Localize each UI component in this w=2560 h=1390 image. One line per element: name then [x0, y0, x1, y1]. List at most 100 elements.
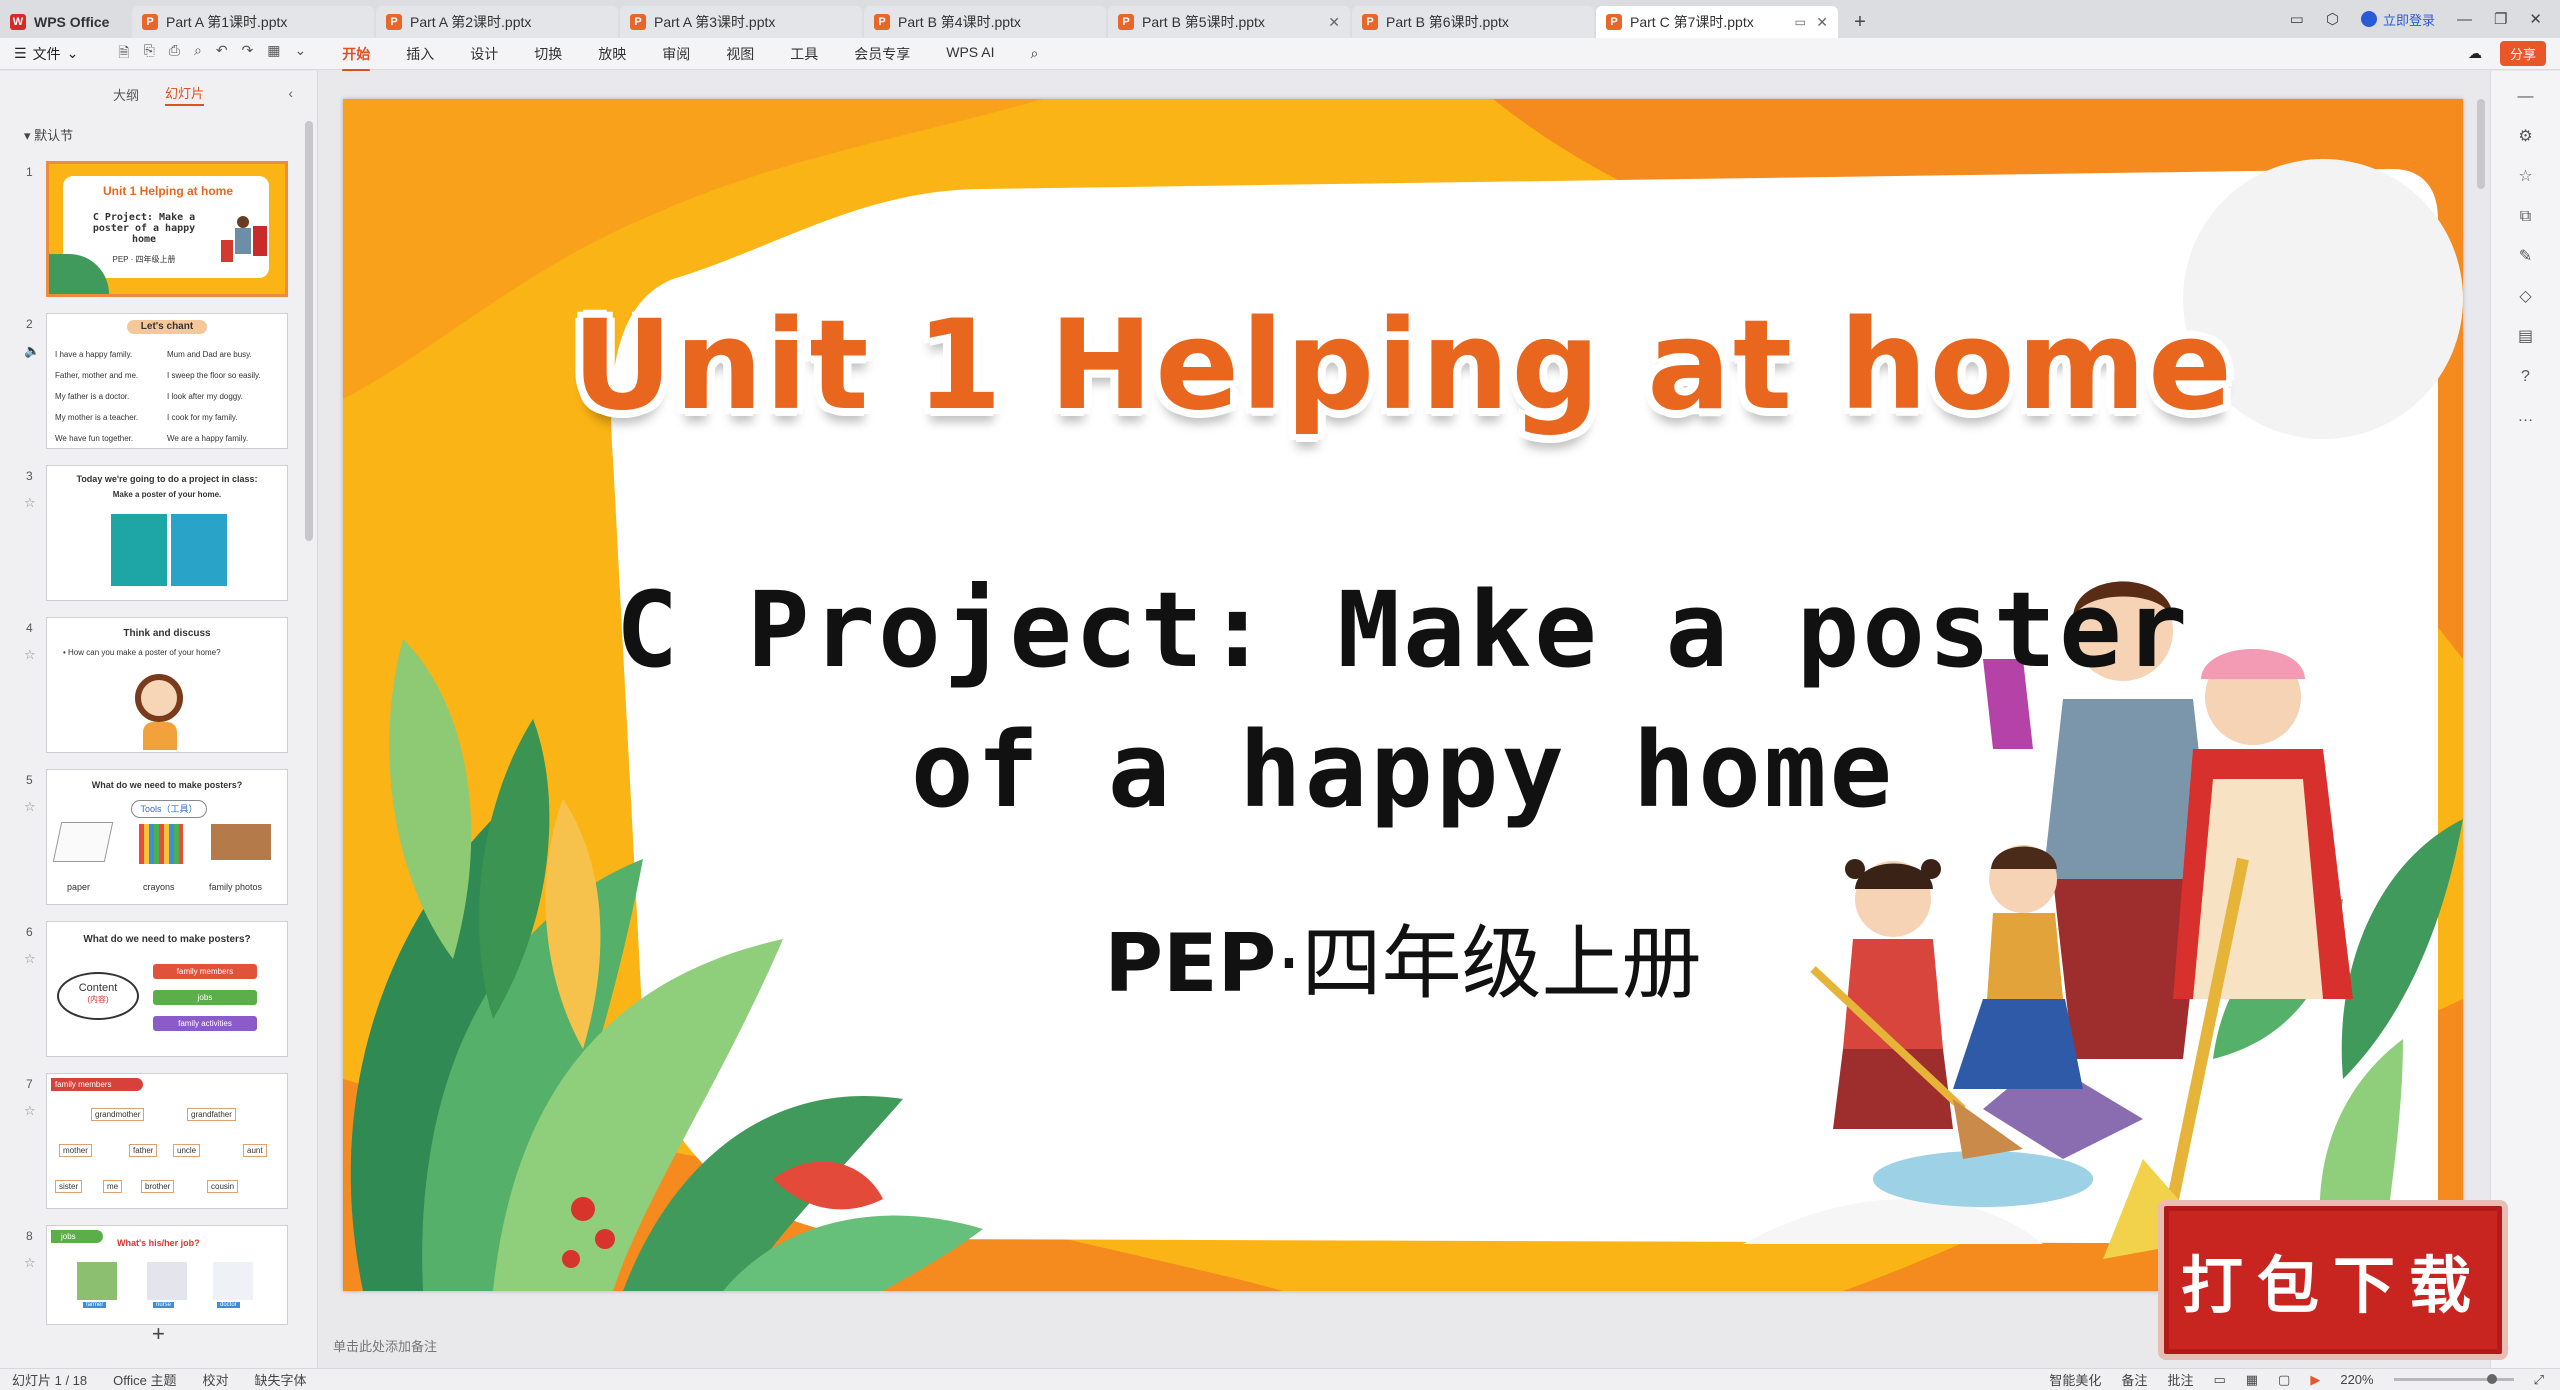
thumbnail-row[interactable]: 7 ☆ family members grandmother grandfath… [0, 1073, 304, 1213]
login-button[interactable]: 立即登录 [2360, 10, 2435, 29]
slide-grade[interactable]: PEP·四年级上册 [343, 899, 2463, 1015]
menu-item[interactable]: 视图 [726, 44, 754, 64]
shape-icon[interactable]: ◇ [2514, 285, 2538, 309]
notes-placeholder[interactable]: 单击此处添加备注 [333, 1336, 437, 1355]
more-icon[interactable]: ⌄ [295, 42, 307, 66]
reading-view-icon[interactable]: ▢ [2278, 1372, 2290, 1388]
slide-thumbnail[interactable]: jobs What's his/her job? farmer nurse do… [46, 1225, 288, 1325]
thumbnail-row[interactable]: 4 ☆ Think and discuss • How can you make… [0, 617, 304, 757]
slide-thumbnail[interactable]: Let's chant I have a happy family. Father… [46, 313, 288, 449]
copy-icon[interactable]: ⧉ [2514, 205, 2538, 229]
play-icon[interactable]: ▶ [2310, 1372, 2320, 1388]
book-icon[interactable]: ▤ [2514, 325, 2538, 349]
tab-close-icon[interactable]: ✕ [1328, 14, 1340, 31]
sorter-view-icon[interactable]: ▦ [2246, 1372, 2258, 1388]
menu-item[interactable]: 审阅 [662, 44, 690, 64]
slide-subtitle-line2[interactable]: of a happy home [343, 709, 2463, 831]
tools-bubble: Tools（工具） [131, 800, 207, 818]
print-icon[interactable]: ⎙ [169, 42, 180, 66]
tab-slides[interactable]: 幻灯片 [165, 83, 205, 106]
menu-item[interactable]: 开始 [342, 44, 371, 72]
tools-icon[interactable]: ✎ [2514, 245, 2538, 269]
file-menu[interactable]: ☰ 文件 ⌄ [14, 44, 78, 64]
minus-icon[interactable]: — [2514, 85, 2538, 109]
tab-document[interactable]: P Part B 第6课时.pptx [1352, 6, 1594, 38]
thumbnail-row[interactable]: 5 ☆ What do we need to make posters? Too… [0, 769, 304, 909]
restore-icon[interactable]: ❐ [2494, 10, 2507, 28]
panel-scrollbar[interactable] [305, 121, 313, 541]
slide-canvas[interactable]: Unit 1 Helping at home C Project: Make a… [343, 99, 2463, 1291]
menu-item[interactable]: 工具 [790, 44, 818, 64]
menu-item[interactable]: WPS AI [946, 44, 994, 64]
tab-document[interactable]: P Part C 第7课时.pptx ▭ ✕ [1596, 6, 1838, 38]
tab-label: Part A 第2课时.pptx [410, 14, 532, 30]
tab-document[interactable]: P Part A 第1课时.pptx [132, 6, 374, 38]
slide-number: 8 [26, 1229, 33, 1243]
menu-item[interactable]: 切换 [534, 44, 562, 64]
undo-icon[interactable]: ↶ [216, 42, 228, 66]
theme-label[interactable]: Office 主题 [113, 1370, 176, 1389]
monitor-icon[interactable]: ▭ [1795, 15, 1806, 29]
ppt-file-icon: P [630, 14, 646, 30]
minimize-icon[interactable]: — [2457, 11, 2472, 28]
search-icon[interactable]: ⌕ [1030, 45, 1038, 62]
export-icon[interactable]: ⎘ [144, 42, 155, 66]
zoom-slider[interactable] [2393, 1374, 2514, 1384]
slide-number: 1 [26, 165, 33, 179]
tab-outline[interactable]: 大纲 [113, 85, 139, 104]
slide-thumbnail[interactable]: What do we need to make posters? Tools（工… [46, 769, 288, 905]
zoom-level[interactable]: 220% [2340, 1372, 2373, 1387]
thumbnail-row[interactable]: 3 ☆ Today we're going to do a project in… [0, 465, 304, 605]
missing-font-button[interactable]: 缺失字体 [255, 1370, 307, 1389]
slide-number: 5 [26, 773, 33, 787]
menu-item[interactable]: 设计 [470, 44, 498, 64]
notes-button[interactable]: 备注 [2121, 1370, 2147, 1389]
redo-icon[interactable]: ↷ [242, 42, 254, 66]
slide-thumbnail[interactable]: Unit 1 Helping at home C Project: Make a… [46, 161, 288, 297]
share-button[interactable]: 分享 [2499, 41, 2546, 66]
slide-title[interactable]: Unit 1 Helping at home [343, 294, 2463, 438]
star-icon[interactable]: ☆ [2514, 165, 2538, 189]
menu-item[interactable]: 放映 [598, 44, 626, 64]
normal-view-icon[interactable]: ▭ [2213, 1372, 2225, 1388]
menu-item[interactable]: 插入 [406, 44, 434, 64]
slide-subtitle-line1[interactable]: C Project: Make a poster [343, 569, 2463, 691]
tab-document[interactable]: P Part B 第4课时.pptx [864, 6, 1106, 38]
cloud-icon[interactable]: ☁ [2468, 45, 2482, 62]
cube-icon[interactable]: ⬡ [2326, 10, 2339, 28]
tab-document[interactable]: P Part A 第2课时.pptx [376, 6, 618, 38]
poster-image [171, 514, 227, 586]
menu-item[interactable]: 会员专享 [854, 44, 910, 64]
tab-document[interactable]: P Part A 第3课时.pptx [620, 6, 862, 38]
add-slide-button[interactable]: + [152, 1321, 165, 1347]
smart-beautify-button[interactable]: 智能美化 [2049, 1370, 2101, 1389]
more-icon[interactable]: … [2514, 405, 2538, 429]
thumbnail-row[interactable]: 2 🔈 Let's chant I have a happy family. Fa… [0, 313, 304, 453]
fit-icon[interactable]: ⤢ [2534, 1372, 2544, 1388]
new-tab-button[interactable]: + [1840, 6, 1880, 38]
slide-number: 7 [26, 1077, 33, 1091]
slide-thumbnail[interactable]: What do we need to make posters? Content… [46, 921, 288, 1057]
tab-home[interactable]: W WPS Office [0, 6, 130, 38]
layout-icon[interactable]: ▭ [2290, 10, 2304, 28]
help-icon[interactable]: ? [2514, 365, 2538, 389]
content-tag: jobs [153, 990, 257, 1005]
format-icon[interactable]: ▦ [267, 42, 280, 66]
thumbnail-row[interactable]: 1 Unit 1 Helping at home C Project: Make… [0, 161, 304, 301]
editor-vscrollbar[interactable] [2477, 99, 2485, 189]
preview-icon[interactable]: ⌕ [194, 42, 202, 66]
tune-icon[interactable]: ⚙ [2514, 125, 2538, 149]
close-window-icon[interactable]: ✕ [2529, 10, 2542, 28]
comment-button[interactable]: 批注 [2167, 1370, 2193, 1389]
tab-close-icon[interactable]: ✕ [1816, 14, 1828, 31]
section-header[interactable]: ▾ 默认节 [24, 125, 317, 144]
slide-thumbnail[interactable]: family members grandmother grandfather m… [46, 1073, 288, 1209]
collapse-icon[interactable]: ‹ [288, 85, 293, 101]
save-icon[interactable]: 🗎 [118, 42, 129, 66]
tab-document[interactable]: P Part B 第5课时.pptx ✕ [1108, 6, 1350, 38]
slide-thumbnail[interactable]: Think and discuss • How can you make a p… [46, 617, 288, 753]
proof-button[interactable]: 校对 [202, 1370, 228, 1389]
zoom-thumb[interactable] [2487, 1374, 2498, 1384]
slide-thumbnail[interactable]: Today we're going to do a project in cla… [46, 465, 288, 601]
thumbnail-row[interactable]: 6 ☆ What do we need to make posters? Con… [0, 921, 304, 1061]
